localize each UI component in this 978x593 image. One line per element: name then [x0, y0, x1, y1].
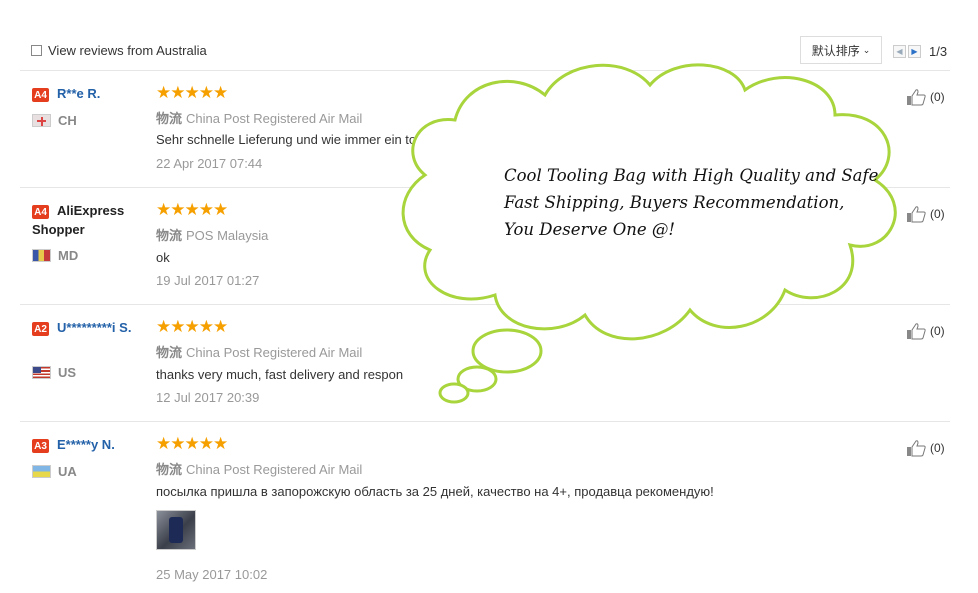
helpful-count: (0)	[930, 90, 945, 104]
flag-us-icon	[32, 366, 51, 379]
helpful-count: (0)	[930, 324, 945, 338]
country-code: US	[58, 365, 77, 380]
shipping-label: 物流	[156, 228, 183, 243]
star-rating: ★★★★★	[156, 434, 228, 453]
reviewer-country: MD	[32, 248, 78, 263]
country-code: CH	[58, 113, 77, 128]
country-code: MD	[58, 248, 79, 263]
chevron-down-icon: ⌄	[862, 44, 871, 55]
helpful-button[interactable]: (0)	[906, 439, 945, 457]
review-date: 19 Jul 2017 01:27	[156, 273, 260, 288]
shipping-method: 物流 China Post Registered Air Mail	[156, 459, 362, 478]
shipping-method: 物流 POS Malaysia	[156, 225, 268, 244]
shipping-value: POS Malaysia	[186, 228, 269, 243]
helpful-count: (0)	[930, 207, 945, 221]
country-filter-checkbox[interactable]	[31, 45, 42, 56]
helpful-count: (0)	[930, 441, 945, 455]
promo-line: Cool Tooling Bag with High Quality and S…	[504, 166, 879, 185]
country-filter[interactable]: View reviews from Australia	[31, 43, 207, 58]
thumbs-up-icon	[907, 440, 926, 457]
flag-ua-icon	[32, 465, 51, 478]
star-rating: ★★★★★	[156, 200, 228, 219]
review-date: 25 May 2017 10:02	[156, 567, 268, 582]
review-date: 12 Jul 2017 20:39	[156, 390, 260, 405]
review-date: 22 Apr 2017 07:44	[156, 156, 263, 171]
country-filter-label: View reviews from Australia	[48, 43, 207, 58]
promo-line: Fast Shipping, Buyers Recommendation,	[504, 193, 845, 212]
star-rating: ★★★★★	[156, 317, 228, 336]
review-text: thanks very much, fast delivery and resp…	[156, 367, 404, 382]
shipping-value: China Post Registered Air Mail	[186, 111, 363, 126]
review-item: A3 E*****y N. UA ★★★★★ 物流 China Post Regi…	[20, 422, 950, 593]
reviewer-country: US	[32, 365, 76, 380]
reviewer-country: CH	[32, 113, 77, 128]
shipping-value: China Post Registered Air Mail	[186, 345, 363, 360]
reviewer-name[interactable]: AliExpress Shopper	[32, 201, 152, 239]
promo-message: Cool Tooling Bag with High Quality and S…	[504, 162, 878, 243]
review-text: посылка пришла в запорожскую область за …	[156, 484, 714, 499]
reviewer-name[interactable]: U*********i S.	[32, 318, 152, 337]
flag-ch-icon	[32, 114, 51, 127]
shipping-label: 物流	[156, 345, 183, 360]
reviewer-name[interactable]: R**e R.	[32, 84, 152, 103]
shipping-label: 物流	[156, 111, 183, 126]
page-indicator: 1/3	[929, 44, 948, 59]
shipping-label: 物流	[156, 462, 183, 477]
shipping-method: 物流 China Post Registered Air Mail	[156, 108, 362, 127]
review-text: ok	[156, 250, 170, 265]
flag-md-icon	[32, 249, 51, 262]
review-photo-thumbnail[interactable]	[156, 510, 196, 550]
reviewer-country: UA	[32, 464, 77, 479]
shipping-value: China Post Registered Air Mail	[186, 462, 363, 477]
country-code: UA	[58, 464, 77, 479]
star-rating: ★★★★★	[156, 83, 228, 102]
promo-line: You Deserve One @!	[504, 220, 676, 239]
shipping-method: 物流 China Post Registered Air Mail	[156, 342, 362, 361]
reviewer-name[interactable]: E*****y N.	[32, 435, 152, 454]
